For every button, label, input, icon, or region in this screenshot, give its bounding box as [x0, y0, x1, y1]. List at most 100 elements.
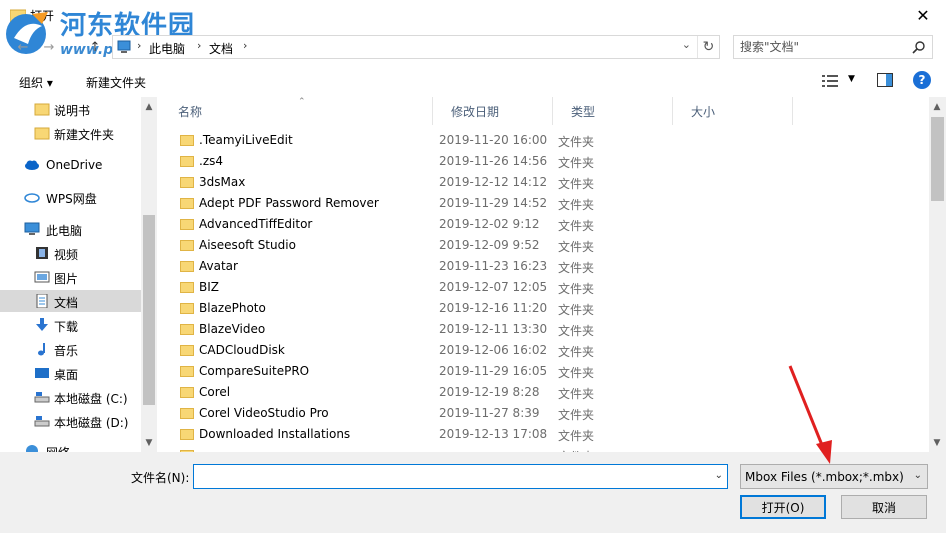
file-date: 2019-12-06 16:02: [439, 343, 548, 357]
file-name: Corel: [199, 385, 231, 399]
organize-button[interactable]: 组织 ▾: [19, 74, 53, 91]
file-row[interactable]: CompareSuitePRO 2019-11-29 16:05 文件夹: [160, 361, 929, 382]
open-button[interactable]: 打开(O): [740, 495, 826, 519]
scroll-up-icon[interactable]: ▲: [929, 99, 945, 115]
file-row[interactable]: AdvancedTiffEditor 2019-12-02 9:12 文件夹: [160, 214, 929, 235]
scroll-up-icon[interactable]: ▲: [141, 99, 157, 115]
sidebar-item[interactable]: 说明书: [0, 98, 141, 120]
file-name: AdvancedTiffEditor: [199, 217, 313, 231]
picture-icon: [34, 270, 50, 284]
sidebar-item-label: 桌面: [54, 368, 79, 382]
sidebar-item[interactable]: 视频: [0, 242, 141, 264]
view-dropdown-icon[interactable]: ▼: [848, 74, 855, 84]
column-header-date[interactable]: 修改日期: [433, 97, 553, 125]
scrollbar-thumb[interactable]: [931, 117, 944, 201]
file-row[interactable]: BlazeVideo 2019-12-11 13:30 文件夹: [160, 319, 929, 340]
network-icon: [24, 444, 40, 452]
sidebar-item[interactable]: 桌面: [0, 362, 141, 384]
folder-icon: [180, 177, 194, 188]
refresh-button[interactable]: ↻: [697, 36, 719, 58]
file-row[interactable]: Aiseesoft Studio 2019-12-09 9:52 文件夹: [160, 235, 929, 256]
sidebar-item[interactable]: 图片: [0, 266, 141, 288]
sidebar-item-label: 网络: [46, 444, 70, 452]
view-options-icon[interactable]: [822, 75, 838, 87]
close-button[interactable]: ✕: [900, 0, 946, 31]
file-name: 3dsMax: [199, 175, 246, 189]
folder-icon: [180, 219, 194, 230]
file-row[interactable]: 3dsMax 2019-12-12 14:12 文件夹: [160, 172, 929, 193]
scroll-down-icon[interactable]: ▼: [929, 435, 945, 451]
column-header-date-label: 修改日期: [451, 104, 500, 119]
folder-icon: [180, 135, 194, 146]
file-row[interactable]: Adept PDF Password Remover 2019-11-29 14:…: [160, 193, 929, 214]
sidebar-item[interactable]: OneDrive: [0, 154, 141, 176]
file-row[interactable]: BIZ 2019-12-07 12:05 文件夹: [160, 277, 929, 298]
file-type: 文件夹: [558, 135, 595, 149]
up-button[interactable]: ↑: [86, 38, 104, 56]
sidebar-item[interactable]: 本地磁盘 (C:): [0, 386, 141, 408]
chevron-down-icon[interactable]: ⌄: [715, 470, 723, 481]
column-header-size[interactable]: 大小: [673, 97, 793, 125]
file-row[interactable]: .zs4 2019-11-26 14:56 文件夹: [160, 151, 929, 172]
file-row[interactable]: CADCloudDisk 2019-12-06 16:02 文件夹: [160, 340, 929, 361]
column-header-type[interactable]: 类型: [553, 97, 673, 125]
drive-icon: [34, 390, 50, 404]
address-dropdown-icon[interactable]: ⌄: [682, 38, 691, 51]
search-icon[interactable]: [912, 40, 926, 54]
breadcrumb-documents[interactable]: 文档: [209, 40, 233, 57]
breadcrumb-separator: ›: [243, 39, 248, 52]
file-date: 2019-11-27 8:39: [439, 406, 540, 420]
filename-label: 文件名(N):: [131, 471, 190, 485]
file-row[interactable]: 文件夹: [160, 445, 929, 452]
filename-input[interactable]: [198, 469, 698, 484]
back-button[interactable]: ←: [14, 38, 32, 56]
breadcrumb-this-pc[interactable]: 此电脑: [149, 40, 185, 57]
address-bar[interactable]: › 此电脑 › 文档 › ⌄ ↻: [112, 35, 720, 59]
search-box[interactable]: [733, 35, 933, 59]
sidebar-item[interactable]: 此电脑: [0, 218, 141, 240]
folder-icon: [180, 282, 194, 293]
search-input[interactable]: [740, 39, 900, 55]
file-row[interactable]: Corel VideoStudio Pro 2019-11-27 8:39 文件夹: [160, 403, 929, 424]
cancel-button[interactable]: 取消: [841, 495, 927, 519]
scrollbar-thumb[interactable]: [143, 215, 155, 405]
file-row[interactable]: Downloaded Installations 2019-12-13 17:08…: [160, 424, 929, 445]
sidebar-item[interactable]: 文档: [0, 290, 141, 312]
file-row[interactable]: Avatar 2019-11-23 16:23 文件夹: [160, 256, 929, 277]
filetype-select[interactable]: Mbox Files (*.mbox;*.mbx) ⌄: [740, 464, 928, 489]
file-name: CompareSuitePRO: [199, 364, 310, 378]
folder-icon: [180, 408, 194, 419]
file-type: 文件夹: [558, 198, 595, 212]
sidebar-item[interactable]: WPS网盘: [0, 186, 141, 208]
sidebar-item[interactable]: 音乐: [0, 338, 141, 360]
sidebar-item-label: 图片: [54, 272, 79, 286]
file-type: 文件夹: [558, 303, 595, 317]
filename-combobox[interactable]: ⌄: [193, 464, 728, 489]
file-date: 2019-12-02 9:12: [439, 217, 540, 231]
sidebar-item[interactable]: 下载: [0, 314, 141, 336]
file-row[interactable]: Corel 2019-12-19 8:28 文件夹: [160, 382, 929, 403]
chevron-down-icon[interactable]: ⌄: [914, 470, 922, 481]
navigation-scrollbar[interactable]: ▲ ▼: [141, 97, 157, 452]
help-icon[interactable]: ?: [913, 71, 931, 89]
file-date: 2019-11-26 14:56: [439, 154, 548, 168]
dialog-footer: 文件名(N): ⌄ Mbox Files (*.mbox;*.mbx) ⌄ 打开…: [0, 452, 946, 533]
file-date: 2019-11-29 14:52: [439, 196, 548, 210]
sidebar-item[interactable]: 新建文件夹: [0, 122, 141, 144]
new-folder-button[interactable]: 新建文件夹: [86, 74, 146, 91]
column-header-name[interactable]: 名称: [160, 97, 433, 125]
file-type: 文件夹: [558, 324, 595, 338]
file-row[interactable]: BlazePhoto 2019-12-16 11:20 文件夹: [160, 298, 929, 319]
file-name: CADCloudDisk: [199, 343, 285, 357]
file-list-scrollbar[interactable]: ▲ ▼: [929, 97, 946, 452]
sidebar-item[interactable]: 本地磁盘 (D:): [0, 410, 141, 432]
forward-button[interactable]: →: [40, 38, 58, 56]
preview-pane-icon[interactable]: [877, 73, 893, 87]
toolbar: 组织 ▾ 新建文件夹 ▼ ?: [0, 66, 946, 96]
refresh-icon: ↻: [702, 39, 715, 55]
sidebar-item[interactable]: 网络: [0, 440, 141, 452]
scroll-down-icon[interactable]: ▼: [141, 435, 157, 451]
file-type: 文件夹: [558, 282, 595, 296]
navigation-bar: ← → ↑ › 此电脑 › 文档 › ⌄ ↻: [0, 32, 946, 62]
file-row[interactable]: .TeamyiLiveEdit 2019-11-20 16:00 文件夹: [160, 130, 929, 151]
